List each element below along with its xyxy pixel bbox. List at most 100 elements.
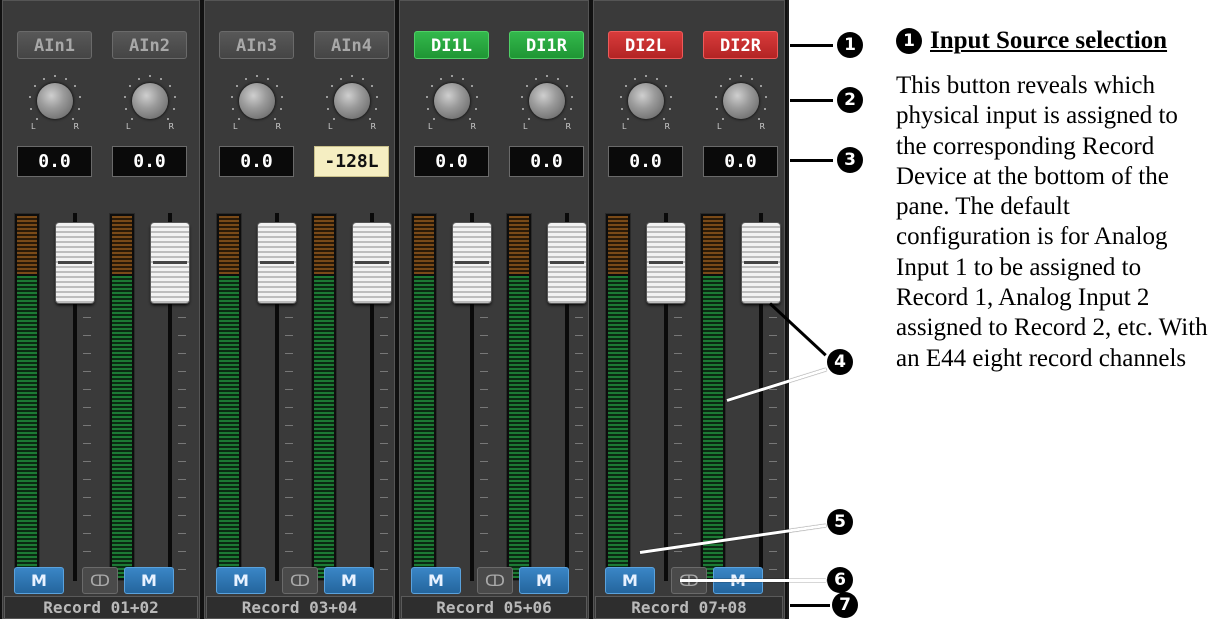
mute-button[interactable]: M — [411, 567, 461, 594]
input-source-button[interactable]: DI1R — [509, 31, 584, 59]
knob-tick — [760, 85, 763, 88]
level-meter — [216, 213, 242, 581]
fader-handle[interactable] — [258, 223, 296, 303]
knob-right-label: R — [275, 122, 281, 131]
mute-button[interactable]: M — [519, 567, 569, 594]
knob-tick — [757, 117, 760, 120]
knob-tick — [29, 96, 32, 99]
knob-tick — [77, 107, 80, 110]
pan-knob[interactable]: LR — [123, 74, 177, 131]
knob-tick — [471, 85, 474, 88]
knob-tick — [131, 117, 134, 120]
knob-tick — [430, 85, 433, 88]
knob-tick — [238, 117, 241, 120]
fader-handle[interactable] — [742, 223, 780, 303]
meter-peak-zone — [314, 216, 334, 274]
pan-knob[interactable]: LR — [230, 74, 284, 131]
knob-tick — [740, 75, 742, 77]
callout-number: 1 — [837, 32, 863, 58]
pan-knob[interactable]: LR — [714, 74, 768, 131]
knob-tick — [327, 107, 330, 110]
knob-left-label: L — [717, 122, 722, 131]
pan-knob[interactable]: LR — [28, 74, 82, 131]
channel-pair: DI1L L R 0.0 DI1R L R 0.0 M ↀ M Record 05+06 — [397, 0, 591, 619]
meter-peak-zone — [219, 216, 239, 274]
description-heading: 1 Input Source selection — [896, 24, 1208, 57]
stereo-link-button[interactable]: ↀ — [477, 567, 513, 594]
knob-tick — [763, 107, 766, 110]
knob-tick — [235, 85, 238, 88]
pan-value-field[interactable]: 0.0 — [608, 146, 683, 177]
knob-tick — [231, 96, 234, 99]
pan-knob[interactable]: LR — [619, 74, 673, 131]
fader-handle[interactable] — [353, 223, 391, 303]
input-source-button[interactable]: DI2R — [703, 31, 778, 59]
record-device-name: Record 01+02 — [4, 596, 198, 619]
knob-tick — [244, 77, 247, 80]
knob-tick — [665, 85, 668, 88]
pan-value-field[interactable]: 0.0 — [17, 146, 92, 177]
knob-left-label: L — [622, 122, 627, 131]
pan-value-field[interactable]: 0.0 — [509, 146, 584, 177]
mute-button[interactable]: M — [124, 567, 174, 594]
fader-handle[interactable] — [56, 223, 94, 303]
fader-handle[interactable] — [151, 223, 189, 303]
knob-tick — [160, 77, 163, 80]
knob-tick — [169, 85, 172, 88]
level-meter — [700, 213, 726, 581]
input-source-button[interactable]: AIn3 — [219, 31, 294, 59]
mute-button[interactable]: M — [216, 567, 266, 594]
level-meter — [411, 213, 437, 581]
input-source-button[interactable]: DI2L — [608, 31, 683, 59]
fader-scale — [575, 300, 583, 570]
meter-level — [608, 276, 628, 578]
pan-knob[interactable]: LR — [520, 74, 574, 131]
fader-handle[interactable] — [453, 223, 491, 303]
input-source-button[interactable]: AIn2 — [112, 31, 187, 59]
knob-tick — [173, 96, 176, 99]
knob-left-label: L — [328, 122, 333, 131]
mute-button[interactable]: M — [14, 567, 64, 594]
callout-number: 4 — [827, 349, 853, 375]
knob-tick — [439, 77, 442, 80]
meter-level — [112, 276, 132, 578]
knob-tick — [751, 77, 754, 80]
pan-value-field[interactable]: 0.0 — [414, 146, 489, 177]
knob-tick — [362, 77, 365, 80]
knob-tick — [276, 85, 279, 88]
knob-tick — [433, 117, 436, 120]
meter-peak-zone — [509, 216, 529, 274]
fader-handle[interactable] — [647, 223, 685, 303]
pan-value-field[interactable]: 0.0 — [703, 146, 778, 177]
pan-value-field[interactable]: -128L — [314, 146, 389, 177]
input-source-button[interactable]: AIn1 — [17, 31, 92, 59]
knob-tick — [427, 107, 430, 110]
pan-value-field[interactable]: 0.0 — [112, 146, 187, 177]
input-source-button[interactable]: DI1L — [414, 31, 489, 59]
stereo-link-button[interactable]: ↀ — [82, 567, 118, 594]
pan-knob[interactable]: LR — [325, 74, 379, 131]
pan-value-field[interactable]: 0.0 — [219, 146, 294, 177]
fader-scale — [380, 300, 388, 570]
knob-tick — [528, 117, 531, 120]
fader-handle[interactable] — [548, 223, 586, 303]
knob-dial — [529, 83, 565, 119]
knob-tick — [426, 96, 429, 99]
knob-dial — [37, 83, 73, 119]
knob-tick — [451, 75, 453, 77]
mute-button[interactable]: M — [324, 567, 374, 594]
stereo-link-button[interactable]: ↀ — [282, 567, 318, 594]
knob-tick — [78, 96, 81, 99]
meter-level — [17, 276, 37, 578]
pan-knob[interactable]: LR — [425, 74, 479, 131]
meter-level — [219, 276, 239, 578]
knob-tick — [557, 77, 560, 80]
input-source-button[interactable]: AIn4 — [314, 31, 389, 59]
meter-peak-zone — [17, 216, 37, 274]
fader-scale — [674, 300, 682, 570]
callout-number: 7 — [832, 592, 858, 618]
knob-tick — [563, 117, 566, 120]
mute-button[interactable]: M — [605, 567, 655, 594]
knob-tick — [330, 85, 333, 88]
level-meter — [109, 213, 135, 581]
